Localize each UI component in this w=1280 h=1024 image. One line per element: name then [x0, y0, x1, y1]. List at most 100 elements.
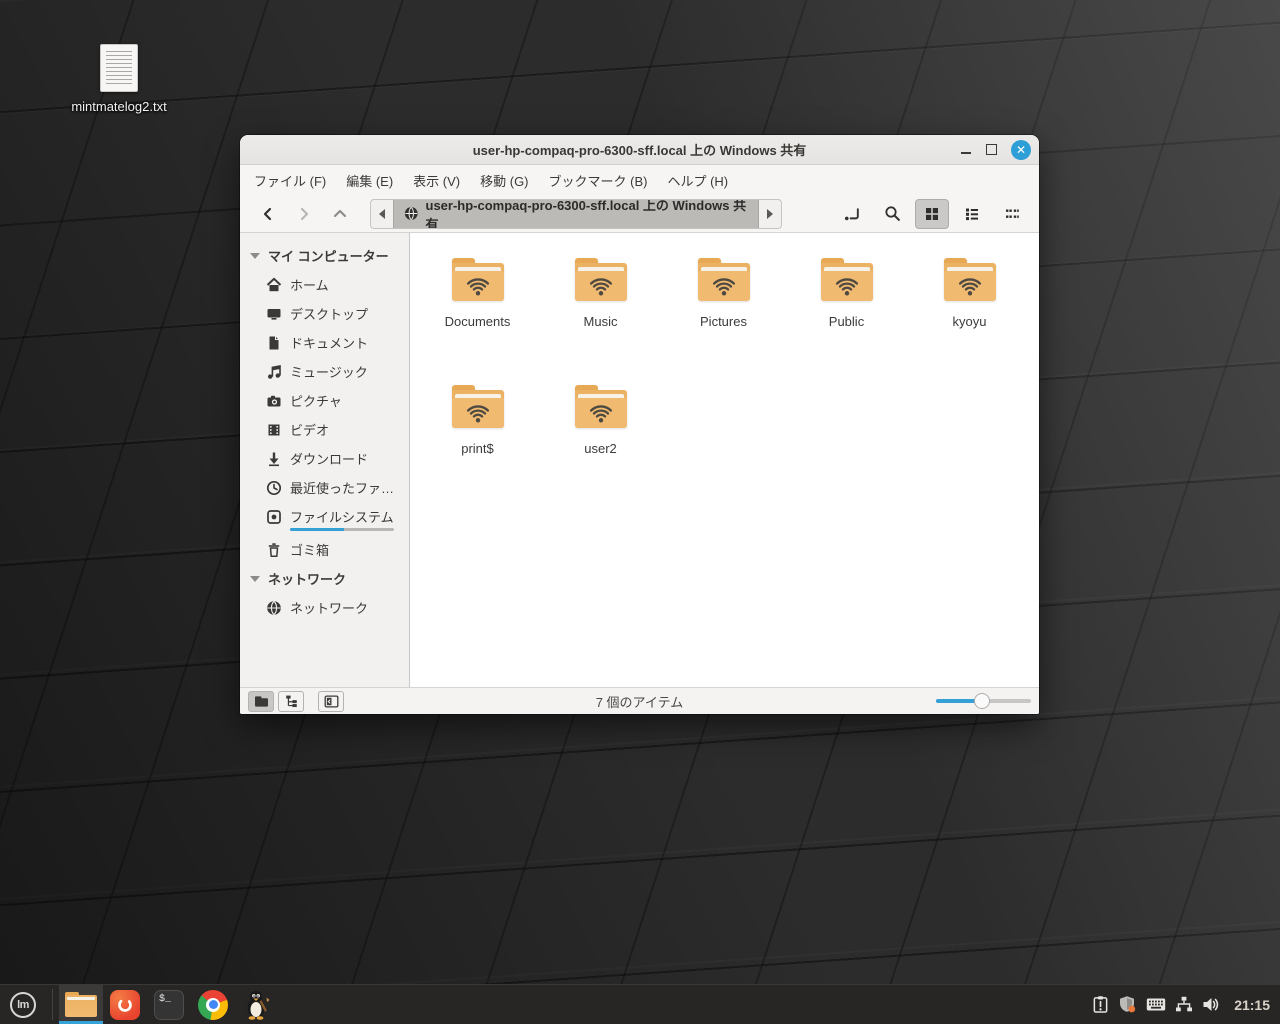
wifi-share-icon	[587, 276, 615, 297]
menu-view[interactable]: 表示 (V)	[405, 167, 468, 194]
sidebar-item-trash[interactable]: ゴミ箱	[240, 535, 409, 564]
forward-button[interactable]	[286, 199, 322, 229]
sidebar-item-desktop[interactable]: デスクトップ	[240, 299, 409, 328]
minimize-icon[interactable]	[960, 144, 972, 156]
close-icon[interactable]: ✕	[1011, 140, 1031, 160]
terminal-icon: $_	[154, 990, 184, 1020]
file-folder[interactable]: Public	[785, 258, 908, 385]
taskbar-clock[interactable]: 21:15	[1234, 997, 1270, 1013]
sidebar-item-videos[interactable]: ビデオ	[240, 415, 409, 444]
edit-location-button[interactable]	[835, 199, 869, 229]
taskbar-app-firefox[interactable]	[103, 985, 147, 1024]
globe-icon	[404, 206, 419, 221]
taskbar-app-chrome[interactable]	[191, 985, 235, 1024]
desktop[interactable]: { "desktop": { "file_icon_label": "mintm…	[0, 0, 1280, 1024]
film-icon	[266, 422, 282, 438]
breadcrumb-current[interactable]: user-hp-compaq-pro-6300-sff.local 上の Win…	[393, 200, 759, 228]
zoom-slider-handle[interactable]	[974, 693, 990, 709]
breadcrumb-label: user-hp-compaq-pro-6300-sff.local 上の Win…	[426, 199, 749, 229]
chevron-up-icon	[332, 206, 348, 222]
file-folder[interactable]: Pictures	[662, 258, 785, 385]
taskbar-separator	[52, 989, 53, 1020]
penguin-icon	[243, 990, 271, 1020]
compact-view-button[interactable]	[995, 199, 1029, 229]
sidebar-item-downloads[interactable]: ダウンロード	[240, 444, 409, 473]
file-folder[interactable]: kyoyu	[908, 258, 1031, 385]
breadcrumb: user-hp-compaq-pro-6300-sff.local 上の Win…	[370, 199, 782, 229]
taskbar-app-tux[interactable]	[235, 985, 279, 1024]
shield-update-icon[interactable]	[1118, 995, 1137, 1014]
network-wired-icon[interactable]	[1175, 996, 1193, 1013]
wifi-share-icon	[587, 403, 615, 424]
file-manager-icon	[65, 992, 97, 1017]
disk-icon	[266, 509, 282, 525]
item-count: 7 個のアイテム	[240, 692, 1039, 711]
menu-bookmarks[interactable]: ブックマーク (B)	[541, 167, 656, 194]
sidebar-section-computer[interactable]: マイ コンピューター	[240, 241, 409, 270]
list-view-button[interactable]	[955, 199, 989, 229]
sidebar-item-music[interactable]: ミュージック	[240, 357, 409, 386]
menu-edit[interactable]: 編集 (E)	[338, 167, 401, 194]
menu-button[interactable]: lm	[0, 985, 46, 1024]
folder-name: Documents	[445, 314, 511, 329]
collapse-triangle-icon	[250, 576, 260, 582]
titlebar[interactable]: user-hp-compaq-pro-6300-sff.local 上の Win…	[240, 135, 1039, 165]
shared-folder-icon	[698, 258, 750, 301]
system-tray: 21:15	[1092, 985, 1280, 1024]
zoom-slider[interactable]	[936, 693, 1031, 709]
folder-name: Public	[829, 314, 864, 329]
file-manager-window: user-hp-compaq-pro-6300-sff.local 上の Win…	[240, 135, 1039, 714]
file-folder[interactable]: Music	[539, 258, 662, 385]
desktop-file-label: mintmatelog2.txt	[58, 99, 180, 114]
sidebar-item-network[interactable]: ネットワーク	[240, 593, 409, 622]
file-folder[interactable]: Documents	[416, 258, 539, 385]
maximize-icon[interactable]	[986, 144, 997, 155]
chrome-icon	[198, 990, 228, 1020]
file-folder[interactable]: print$	[416, 385, 539, 512]
taskbar: lm $_	[0, 984, 1280, 1024]
menu-bar: ファイル (F) 編集 (E) 表示 (V) 移動 (G) ブックマーク (B)…	[240, 165, 1039, 195]
folder-name: kyoyu	[953, 314, 987, 329]
menu-file[interactable]: ファイル (F)	[246, 167, 334, 194]
keyboard-icon[interactable]	[1146, 997, 1166, 1012]
desktop-monitor-icon	[266, 306, 282, 322]
volume-icon[interactable]	[1202, 996, 1221, 1013]
desktop-file-mintmatelog2[interactable]: mintmatelog2.txt	[58, 44, 180, 114]
collapse-triangle-icon	[250, 253, 260, 259]
text-file-icon	[100, 44, 138, 92]
breadcrumb-scroll-left[interactable]	[371, 200, 393, 228]
breadcrumb-scroll-right[interactable]	[759, 200, 781, 228]
camera-icon	[266, 393, 282, 409]
sidebar-section-network[interactable]: ネットワーク	[240, 564, 409, 593]
search-button[interactable]	[875, 199, 909, 229]
sidebar-item-documents[interactable]: ドキュメント	[240, 328, 409, 357]
back-button[interactable]	[250, 199, 286, 229]
status-bar: 7 個のアイテム	[240, 687, 1039, 714]
trash-icon	[266, 542, 282, 558]
shared-folder-icon	[944, 258, 996, 301]
sidebar-item-pictures[interactable]: ピクチャ	[240, 386, 409, 415]
document-icon	[266, 335, 282, 351]
sidebar-item-home[interactable]: ホーム	[240, 270, 409, 299]
file-view[interactable]: Documents Music Pictures	[410, 233, 1039, 687]
menu-go[interactable]: 移動 (G)	[472, 167, 536, 194]
home-icon	[266, 277, 282, 293]
taskbar-app-file-manager[interactable]	[59, 985, 103, 1024]
shared-folder-icon	[575, 258, 627, 301]
folder-name: user2	[584, 441, 617, 456]
list-view-icon	[964, 206, 980, 222]
sidebar-item-filesystem[interactable]: ファイルシステム	[240, 502, 409, 531]
clipboard-alert-icon[interactable]	[1092, 995, 1109, 1014]
taskbar-app-terminal[interactable]: $_	[147, 985, 191, 1024]
shared-folder-icon	[821, 258, 873, 301]
firefox-icon	[110, 990, 140, 1020]
file-folder[interactable]: user2	[539, 385, 662, 512]
music-note-icon	[266, 364, 282, 380]
icon-view-button[interactable]	[915, 199, 949, 229]
compact-view-icon	[1004, 206, 1020, 222]
sidebar-item-recent[interactable]: 最近使ったファ…	[240, 473, 409, 502]
download-arrow-icon	[266, 451, 282, 467]
menu-help[interactable]: ヘルプ (H)	[659, 167, 736, 194]
up-button[interactable]	[322, 199, 358, 229]
shared-folder-icon	[452, 258, 504, 301]
